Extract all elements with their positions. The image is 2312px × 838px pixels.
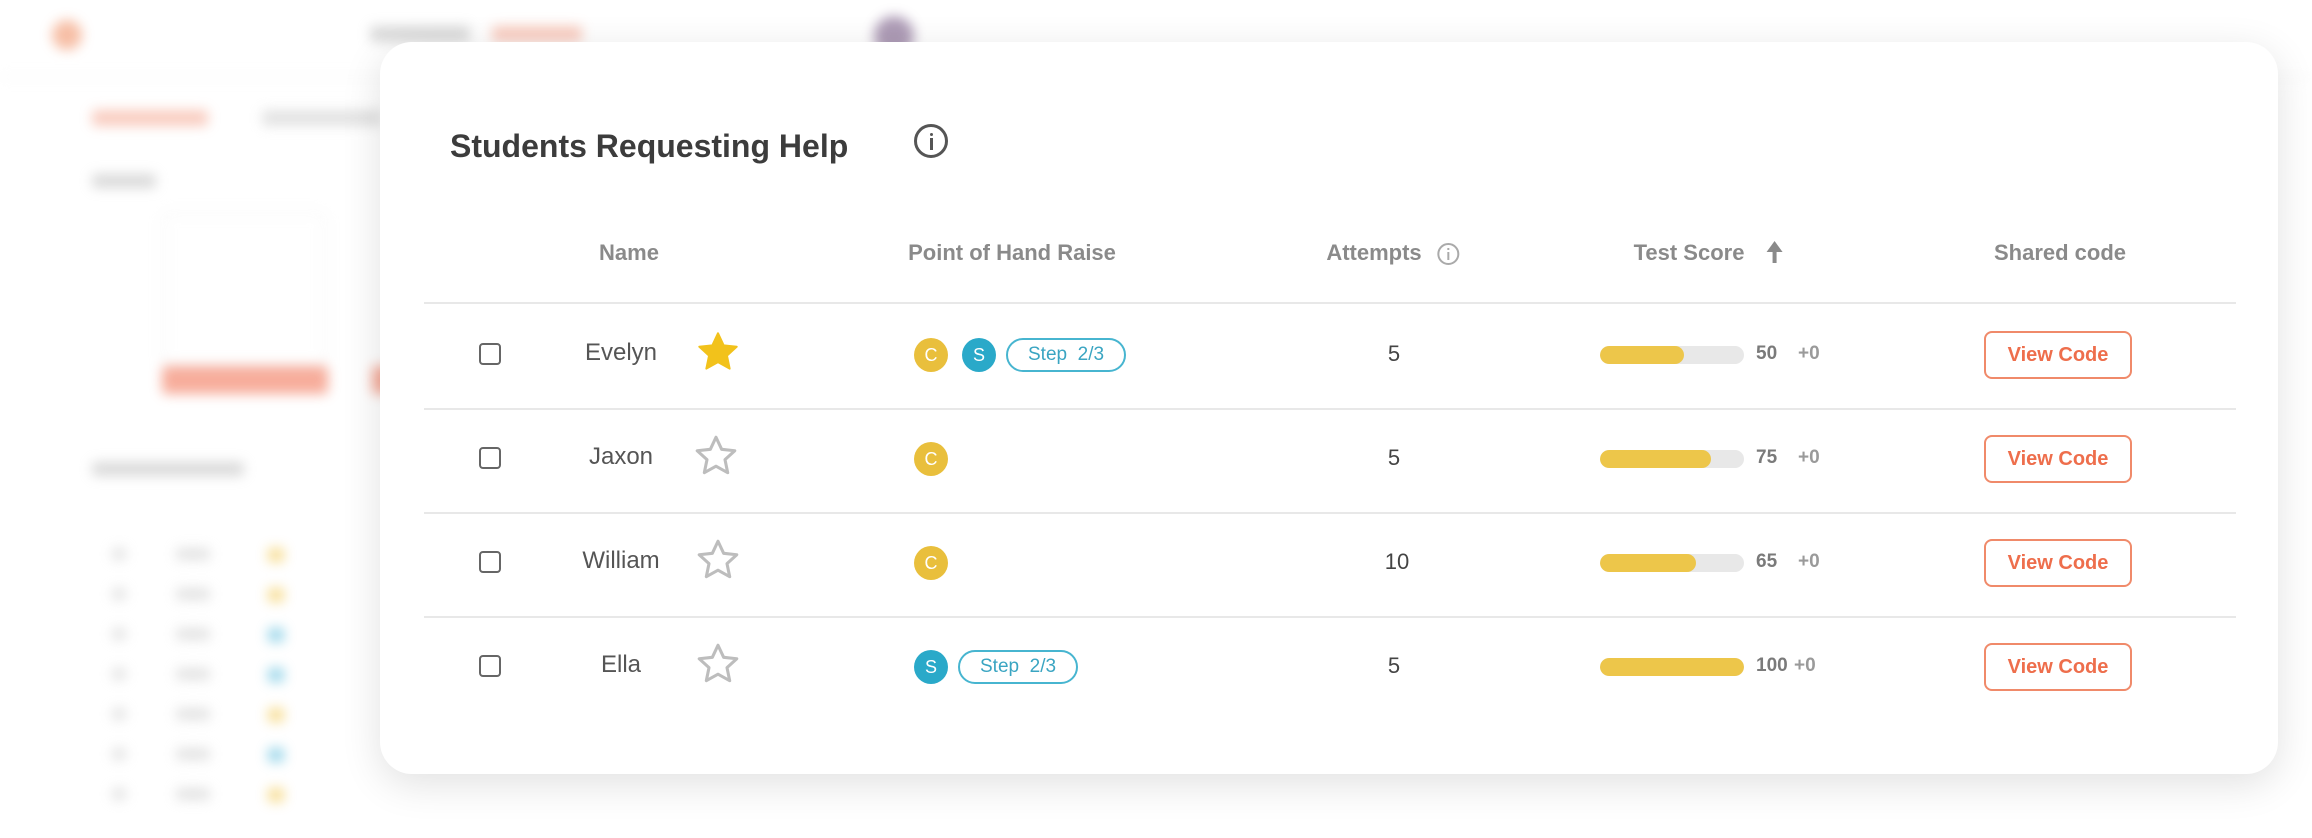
row-select-checkbox[interactable] [479, 343, 501, 365]
test-score-value: 65 [1756, 551, 1778, 572]
score-bar [1600, 450, 1744, 468]
bg-nav-item [370, 26, 470, 42]
score-bar-fill [1600, 554, 1697, 572]
score-delta: +0 [1798, 447, 1820, 468]
score-bar [1600, 346, 1744, 364]
attempts-count: 5 [1387, 341, 1401, 366]
test-score-value: 50 [1756, 343, 1778, 364]
step-hand-raise-badge: S [914, 650, 948, 684]
star-outline-icon[interactable] [693, 433, 739, 479]
test-score-value: 75 [1756, 447, 1778, 468]
students-requesting-help-modal: Students Requesting Help Name Point of H… [380, 42, 2278, 774]
bg-row [112, 788, 412, 802]
bg-row [112, 748, 412, 762]
row-divider [424, 616, 2236, 618]
score-bar-fill [1600, 450, 1711, 468]
bg-tab [92, 110, 208, 126]
test-score-label: Test Score [1633, 240, 1745, 265]
column-header-test-score[interactable]: Test Score [1634, 240, 1785, 267]
student-name: Ella [600, 651, 642, 678]
score-delta: +0 [1798, 343, 1820, 364]
info-icon[interactable] [914, 124, 948, 158]
attempts-count: 5 [1387, 653, 1401, 678]
score-bar-fill [1600, 346, 1684, 364]
view-code-button[interactable]: View Code [1984, 435, 2132, 483]
column-header-attempts: Attempts [1326, 240, 1460, 266]
bg-card [162, 212, 326, 366]
student-name: Jaxon [588, 443, 654, 470]
row-select-checkbox[interactable] [479, 447, 501, 469]
bg-row [112, 668, 412, 682]
test-score-value: 100 [1756, 655, 1788, 676]
score-delta: +0 [1798, 551, 1820, 572]
attempts-count: 5 [1387, 445, 1401, 470]
row-select-checkbox[interactable] [479, 551, 501, 573]
row-select-checkbox[interactable] [479, 655, 501, 677]
bg-nav-item [492, 26, 582, 42]
column-header-name: Name [599, 240, 659, 265]
student-name: Evelyn [584, 339, 658, 366]
attempts-label: Attempts [1326, 240, 1422, 265]
bg-subtitle [92, 462, 244, 476]
score-bar [1600, 658, 1744, 676]
star-outline-icon[interactable] [695, 537, 741, 583]
score-bar-fill [1600, 658, 1744, 676]
step-progress-pill: Step 2/3 [1006, 338, 1127, 372]
view-code-button[interactable]: View Code [1984, 643, 2132, 691]
bg-label [92, 174, 156, 188]
view-code-button[interactable]: View Code [1984, 539, 2132, 587]
star-outline-icon[interactable] [695, 641, 741, 687]
attempts-count: 10 [1384, 549, 1410, 574]
step-hand-raise-badge: S [962, 338, 996, 372]
code-hand-raise-badge: C [914, 338, 948, 372]
bg-row [112, 588, 412, 602]
column-header-hand-raise: Point of Hand Raise [908, 240, 1116, 265]
bg-tab [262, 110, 382, 126]
code-hand-raise-badge: C [914, 442, 948, 476]
bg-logo [52, 20, 82, 50]
row-divider [424, 408, 2236, 410]
sort-ascending-icon[interactable] [1764, 241, 1784, 267]
info-icon[interactable] [1437, 243, 1460, 266]
code-hand-raise-badge: C [914, 546, 948, 580]
view-code-button[interactable]: View Code [1984, 331, 2132, 379]
star-filled-icon[interactable] [695, 329, 741, 375]
step-progress-pill: Step 2/3 [958, 650, 1079, 684]
row-divider [424, 512, 2236, 514]
modal-title: Students Requesting Help [450, 128, 849, 164]
bg-row [112, 628, 412, 642]
divider [424, 302, 2236, 304]
column-header-shared-code: Shared code [1993, 240, 2127, 265]
student-name: William [582, 547, 660, 574]
bg-row [112, 548, 412, 562]
score-delta: +0 [1794, 655, 1816, 676]
bg-row [112, 708, 412, 722]
score-bar [1600, 554, 1744, 572]
bg-button [162, 366, 328, 394]
